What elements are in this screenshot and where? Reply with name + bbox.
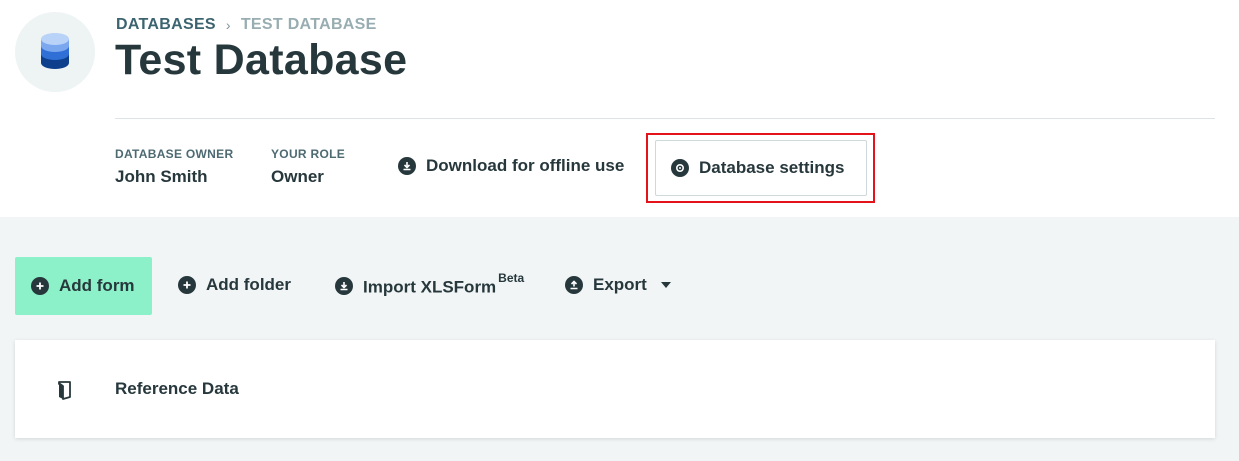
import-xlsform-button[interactable]: Import XLSForm Beta <box>335 271 524 298</box>
database-avatar <box>15 12 95 92</box>
page-title: Test Database <box>115 36 408 84</box>
breadcrumb-databases-link[interactable]: DATABASES <box>116 16 216 34</box>
database-resource-list: Reference Data <box>15 340 1215 438</box>
plus-icon <box>178 276 196 294</box>
database-owner-label: DATABASE OWNER <box>115 147 234 161</box>
breadcrumb-separator-icon: › <box>225 17 231 33</box>
database-owner-value: John Smith <box>115 167 208 186</box>
your-role: YOUR ROLE Owner <box>271 147 345 187</box>
gear-icon <box>671 159 689 177</box>
your-role-label: YOUR ROLE <box>271 147 346 161</box>
download-offline-button[interactable]: Download for offline use <box>398 156 624 176</box>
breadcrumb: DATABASES › TEST DATABASE <box>116 15 377 35</box>
database-header: DATABASES › TEST DATABASE Test Database … <box>0 0 1239 217</box>
your-role-value: Owner <box>271 167 324 186</box>
add-folder-button[interactable]: Add folder <box>178 275 291 295</box>
import-icon <box>335 277 353 296</box>
add-form-label: Add form <box>59 276 135 295</box>
database-content: Add form Add folder Import XLSForm Beta E… <box>0 217 1239 461</box>
database-settings-button[interactable]: Database settings <box>655 140 867 196</box>
list-item-label: Reference Data <box>115 379 239 398</box>
import-xlsform-label: Import XLSForm Beta <box>363 271 524 298</box>
download-offline-label: Download for offline use <box>426 156 625 175</box>
folder-icon <box>57 380 73 405</box>
database-icon <box>41 33 69 69</box>
list-item-reference-data[interactable]: Reference Data <box>15 340 1215 438</box>
plus-icon <box>31 277 49 295</box>
database-owner: DATABASE OWNER John Smith <box>115 147 233 187</box>
export-icon <box>565 276 583 294</box>
header-divider <box>115 118 1215 119</box>
add-folder-label: Add folder <box>206 275 291 294</box>
import-xlsform-text: Import XLSForm <box>363 277 497 297</box>
export-label: Export <box>593 275 647 294</box>
database-settings-label: Database settings <box>699 158 845 177</box>
chevron-down-icon <box>660 282 671 288</box>
download-icon <box>398 157 416 175</box>
beta-badge: Beta <box>498 271 525 285</box>
export-dropdown-button[interactable]: Export <box>565 275 671 295</box>
breadcrumb-current: TEST DATABASE <box>240 16 377 33</box>
add-form-button[interactable]: Add form <box>15 257 152 315</box>
